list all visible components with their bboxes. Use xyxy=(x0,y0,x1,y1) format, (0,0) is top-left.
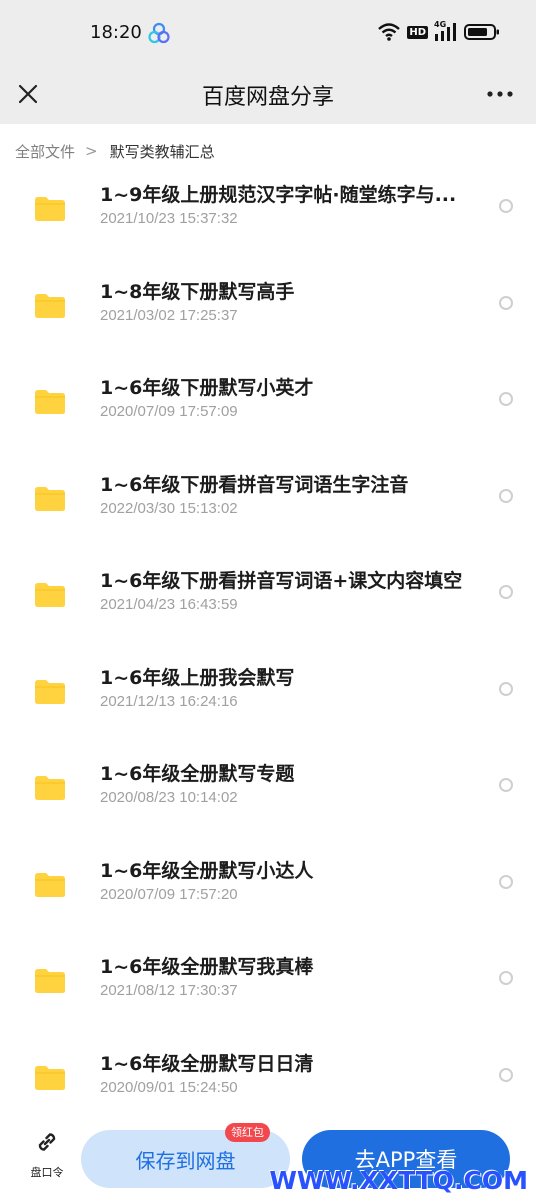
file-date: 2020/08/23 10:14:02 xyxy=(100,789,238,806)
file-date: 2020/09/01 15:24:50 xyxy=(100,1078,238,1096)
file-name: 1~6年级下册看拼音写词语+课文内容填空 xyxy=(100,570,463,592)
folder-icon xyxy=(35,969,65,993)
folder-icon xyxy=(35,1065,65,1090)
breadcrumb-current: 默写类教辅汇总 xyxy=(109,142,215,161)
file-name: 1~8年级下册默写高手 xyxy=(100,280,295,303)
cellular-icon: 4G xyxy=(434,20,458,42)
title-bar: 百度网盘分享 xyxy=(0,66,536,124)
share-code-button[interactable]: 盘口令 xyxy=(22,1128,72,1188)
select-radio[interactable] xyxy=(499,874,513,889)
file-row[interactable]: 1~6年级全册默写小达人 2020/07/09 17:57:20 xyxy=(0,848,536,945)
file-date: 2021/04/23 16:43:59 xyxy=(100,596,238,613)
folder-icon xyxy=(35,872,65,897)
link-icon xyxy=(38,1133,56,1151)
select-radio[interactable] xyxy=(499,971,513,985)
file-name: 1~6年级下册看拼音写词语生字注音 xyxy=(100,473,409,496)
folder-icon xyxy=(35,390,65,414)
file-date: 2022/03/30 15:13:02 xyxy=(100,499,238,517)
network-type-label: 4G xyxy=(434,20,447,29)
select-radio[interactable] xyxy=(499,488,513,503)
status-bar: 18:20 HD 4G xyxy=(0,0,536,66)
file-row[interactable]: 1~8年级下册默写高手 2021/03/02 17:25:37 xyxy=(0,269,536,366)
select-radio[interactable] xyxy=(499,585,513,599)
file-row[interactable]: 1~9年级上册规范汉字字帖·随堂练字与... 2021/10/23 15:37:3… xyxy=(0,172,536,269)
select-radio[interactable] xyxy=(499,295,513,310)
hd-badge-icon: HD xyxy=(407,25,428,39)
file-name: 1~6年级上册我会默写 xyxy=(100,666,295,689)
status-indicators: HD 4G xyxy=(377,20,500,42)
more-options-button[interactable] xyxy=(484,78,516,110)
file-date: 2021/10/23 15:37:32 xyxy=(100,210,238,227)
file-row[interactable]: 1~6年级下册看拼音写词语+课文内容填空 2021/04/23 16:43:59 xyxy=(0,558,536,655)
breadcrumb-separator: > xyxy=(85,142,98,160)
file-row[interactable]: 1~6年级全册默写我真棒 2021/08/12 17:30:37 xyxy=(0,944,536,1041)
select-radio[interactable] xyxy=(499,199,513,213)
file-name: 1~6年级下册默写小英才 xyxy=(100,377,314,399)
select-radio[interactable] xyxy=(499,392,513,406)
select-radio[interactable] xyxy=(499,1067,513,1082)
file-row[interactable]: 1~6年级上册我会默写 2021/12/13 16:24:16 xyxy=(0,655,536,752)
status-time: 18:20 xyxy=(90,22,142,43)
file-date: 2020/07/09 17:57:20 xyxy=(100,885,238,903)
wifi-icon xyxy=(378,23,401,41)
site-watermark: WWW.XXTTQ.COM xyxy=(269,1166,528,1195)
file-name: 1~6年级全册默写日日清 xyxy=(100,1052,314,1075)
folder-icon xyxy=(35,486,65,511)
file-name: 1~9年级上册规范汉字字帖·随堂练字与... xyxy=(100,184,457,206)
file-name: 1~6年级全册默写专题 xyxy=(100,763,295,785)
file-list: 1~9年级上册规范汉字字帖·随堂练字与... 2021/10/23 15:37:3… xyxy=(0,172,536,1137)
folder-icon xyxy=(35,679,65,704)
file-date: 2021/03/02 17:25:37 xyxy=(100,306,238,324)
file-row[interactable]: 1~6年级下册看拼音写词语生字注音 2022/03/30 15:13:02 xyxy=(0,462,536,559)
share-code-label: 盘口令 xyxy=(30,1166,64,1179)
file-date: 2020/07/09 17:57:09 xyxy=(100,403,238,420)
breadcrumb: 全部文件 > 默写类教辅汇总 xyxy=(0,124,536,178)
folder-icon xyxy=(35,776,65,800)
file-name: 1~6年级全册默写小达人 xyxy=(100,859,314,882)
battery-icon xyxy=(464,24,499,40)
folder-icon xyxy=(35,197,65,221)
breadcrumb-root-link[interactable]: 全部文件 xyxy=(15,141,75,162)
select-radio[interactable] xyxy=(499,778,513,792)
folder-icon xyxy=(35,583,65,607)
file-date: 2021/12/13 16:24:16 xyxy=(100,692,238,710)
red-packet-badge: 领红包 xyxy=(225,1123,270,1142)
file-row[interactable]: 1~6年级全册默写专题 2020/08/23 10:14:02 xyxy=(0,751,536,848)
more-dots-icon xyxy=(487,91,513,97)
file-date: 2021/08/12 17:30:37 xyxy=(100,982,238,999)
select-radio[interactable] xyxy=(499,681,513,696)
folder-icon xyxy=(35,293,65,318)
app-notification-icon xyxy=(148,22,170,44)
page-title: 百度网盘分享 xyxy=(201,85,334,110)
file-row[interactable]: 1~6年级下册默写小英才 2020/07/09 17:57:09 xyxy=(0,365,536,462)
file-name: 1~6年级全册默写我真棒 xyxy=(100,956,314,978)
